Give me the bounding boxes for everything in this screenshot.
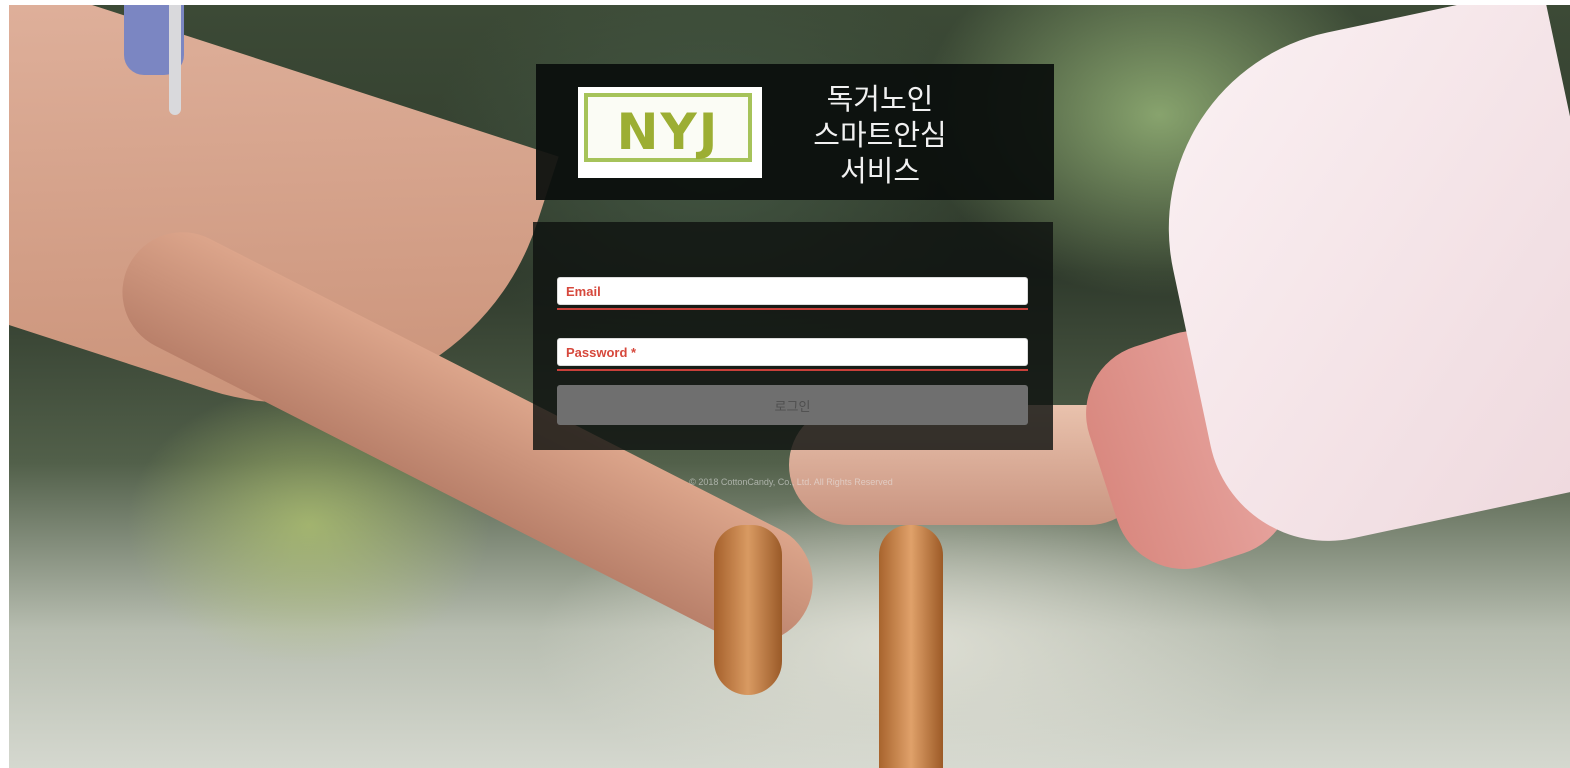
stethoscope — [169, 5, 181, 115]
nyj-logo: NYJ — [578, 87, 762, 178]
logo-frame: NYJ — [584, 93, 752, 162]
password-field[interactable] — [557, 338, 1028, 366]
email-input[interactable] — [558, 278, 1027, 304]
login-button[interactable]: 로그인 — [557, 385, 1028, 425]
cane-shaft — [879, 525, 943, 768]
title-line-2: 스마트안심 — [813, 118, 947, 152]
email-error-underline — [557, 308, 1028, 310]
title-line-3: 서비스 — [839, 154, 921, 188]
password-input[interactable] — [558, 339, 1027, 365]
service-title: 독거노인 스마트안심 서비스 — [800, 81, 960, 189]
logo-text: NYJ — [616, 103, 720, 161]
title-line-1: 독거노인 — [826, 82, 934, 116]
email-field[interactable] — [557, 277, 1028, 305]
copyright-footer: © 2018 CottonCandy, Co., Ltd. All Rights… — [689, 477, 893, 487]
password-error-underline — [557, 369, 1028, 371]
cane-handle — [714, 525, 782, 695]
